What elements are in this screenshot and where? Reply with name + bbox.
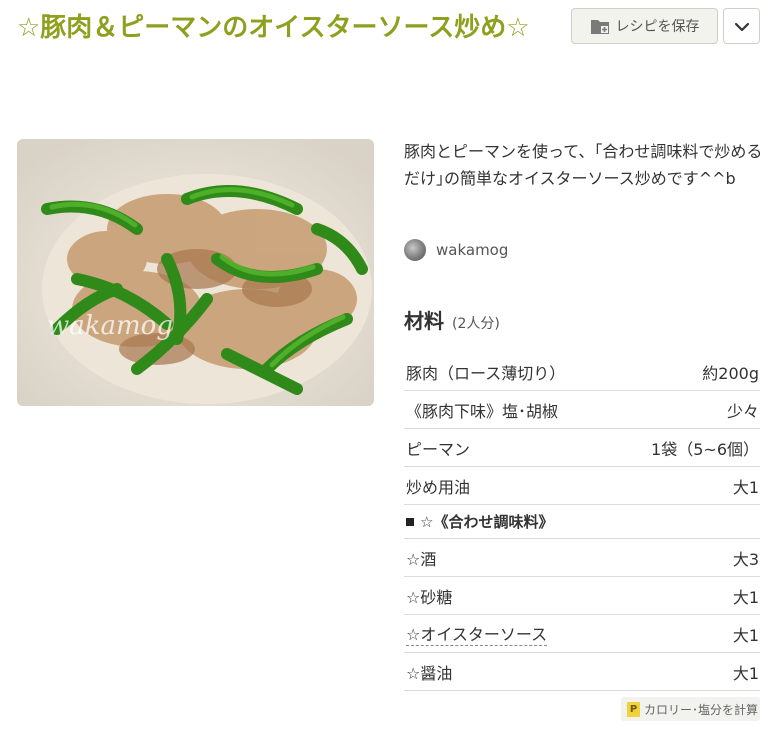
ingredients-title: 材料 <box>404 309 444 333</box>
avatar <box>404 239 426 261</box>
ingredient-name: 《豚肉下味》塩･胡椒 <box>406 401 559 421</box>
servings-label: (2人分) <box>452 316 500 332</box>
ingredient-amount: 大1 <box>732 477 759 497</box>
ingredient-amount: 大3 <box>732 549 759 569</box>
folder-plus-icon <box>590 17 610 35</box>
ingredient-row: ☆砂糖 大1 <box>404 577 760 615</box>
p-icon: P <box>627 701 640 717</box>
ingredient-group-header: ☆《合わせ調味料》 <box>404 505 760 539</box>
save-recipe-button[interactable]: レシピを保存 <box>571 8 718 44</box>
ingredient-group-title: ☆《合わせ調味料》 <box>420 513 554 531</box>
ingredient-row: ☆醤油 大1 <box>404 653 760 691</box>
author-name: wakamog <box>436 241 509 259</box>
ingredient-name: 豚肉（ロース薄切り） <box>406 363 566 383</box>
chevron-down-icon <box>734 17 750 36</box>
save-recipe-label: レシピを保存 <box>615 19 700 35</box>
ingredient-row: 《豚肉下味》塩･胡椒 少々 <box>404 391 760 429</box>
ingredient-row: 炒め用油 大1 <box>404 467 760 505</box>
ingredients-list: 豚肉（ロース薄切り） 約200g 《豚肉下味》塩･胡椒 少々 ピーマン 1袋（5… <box>404 353 760 691</box>
ingredient-name: ピーマン <box>406 439 471 459</box>
ingredients-heading: 材料 (2人分) <box>404 305 500 334</box>
more-menu-button[interactable] <box>723 8 760 44</box>
calculate-nutrition-button[interactable]: P カロリー･塩分を計算 <box>621 697 760 721</box>
ingredient-name: ☆醤油 <box>406 663 453 683</box>
recipe-description: 豚肉とピーマンを使って、｢合わせ調味料で炒めるだけ｣の簡単なオイスターソース炒め… <box>404 142 763 188</box>
recipe-photo[interactable]: wakamog <box>17 139 374 406</box>
ingredient-row: 豚肉（ロース薄切り） 約200g <box>404 353 760 391</box>
ingredient-row: ピーマン 1袋（5~6個） <box>404 429 760 467</box>
ingredient-amount: 大1 <box>732 663 759 683</box>
ingredient-row: ☆酒 大3 <box>404 539 760 577</box>
ingredient-row: ☆オイスターソース 大1 <box>404 615 760 653</box>
square-bullet-icon <box>406 517 414 526</box>
calculate-nutrition-label: カロリー･塩分を計算 <box>644 702 759 717</box>
photo-watermark: wakamog <box>47 311 173 341</box>
ingredient-name: 炒め用油 <box>406 477 471 497</box>
author-link[interactable]: wakamog <box>404 238 508 262</box>
ingredient-amount: 少々 <box>726 401 759 421</box>
ingredient-amount: 1袋（5~6個） <box>651 439 759 459</box>
ingredient-amount: 大1 <box>732 625 759 645</box>
ingredient-amount: 約200g <box>702 363 759 383</box>
recipe-title: ☆豚肉＆ピーマンのオイスターソース炒め☆ <box>17 13 530 43</box>
ingredient-name-link[interactable]: ☆オイスターソース <box>406 621 548 646</box>
ingredient-name: ☆酒 <box>406 549 437 569</box>
ingredient-amount: 大1 <box>732 587 759 607</box>
ingredient-name: ☆砂糖 <box>406 587 453 607</box>
